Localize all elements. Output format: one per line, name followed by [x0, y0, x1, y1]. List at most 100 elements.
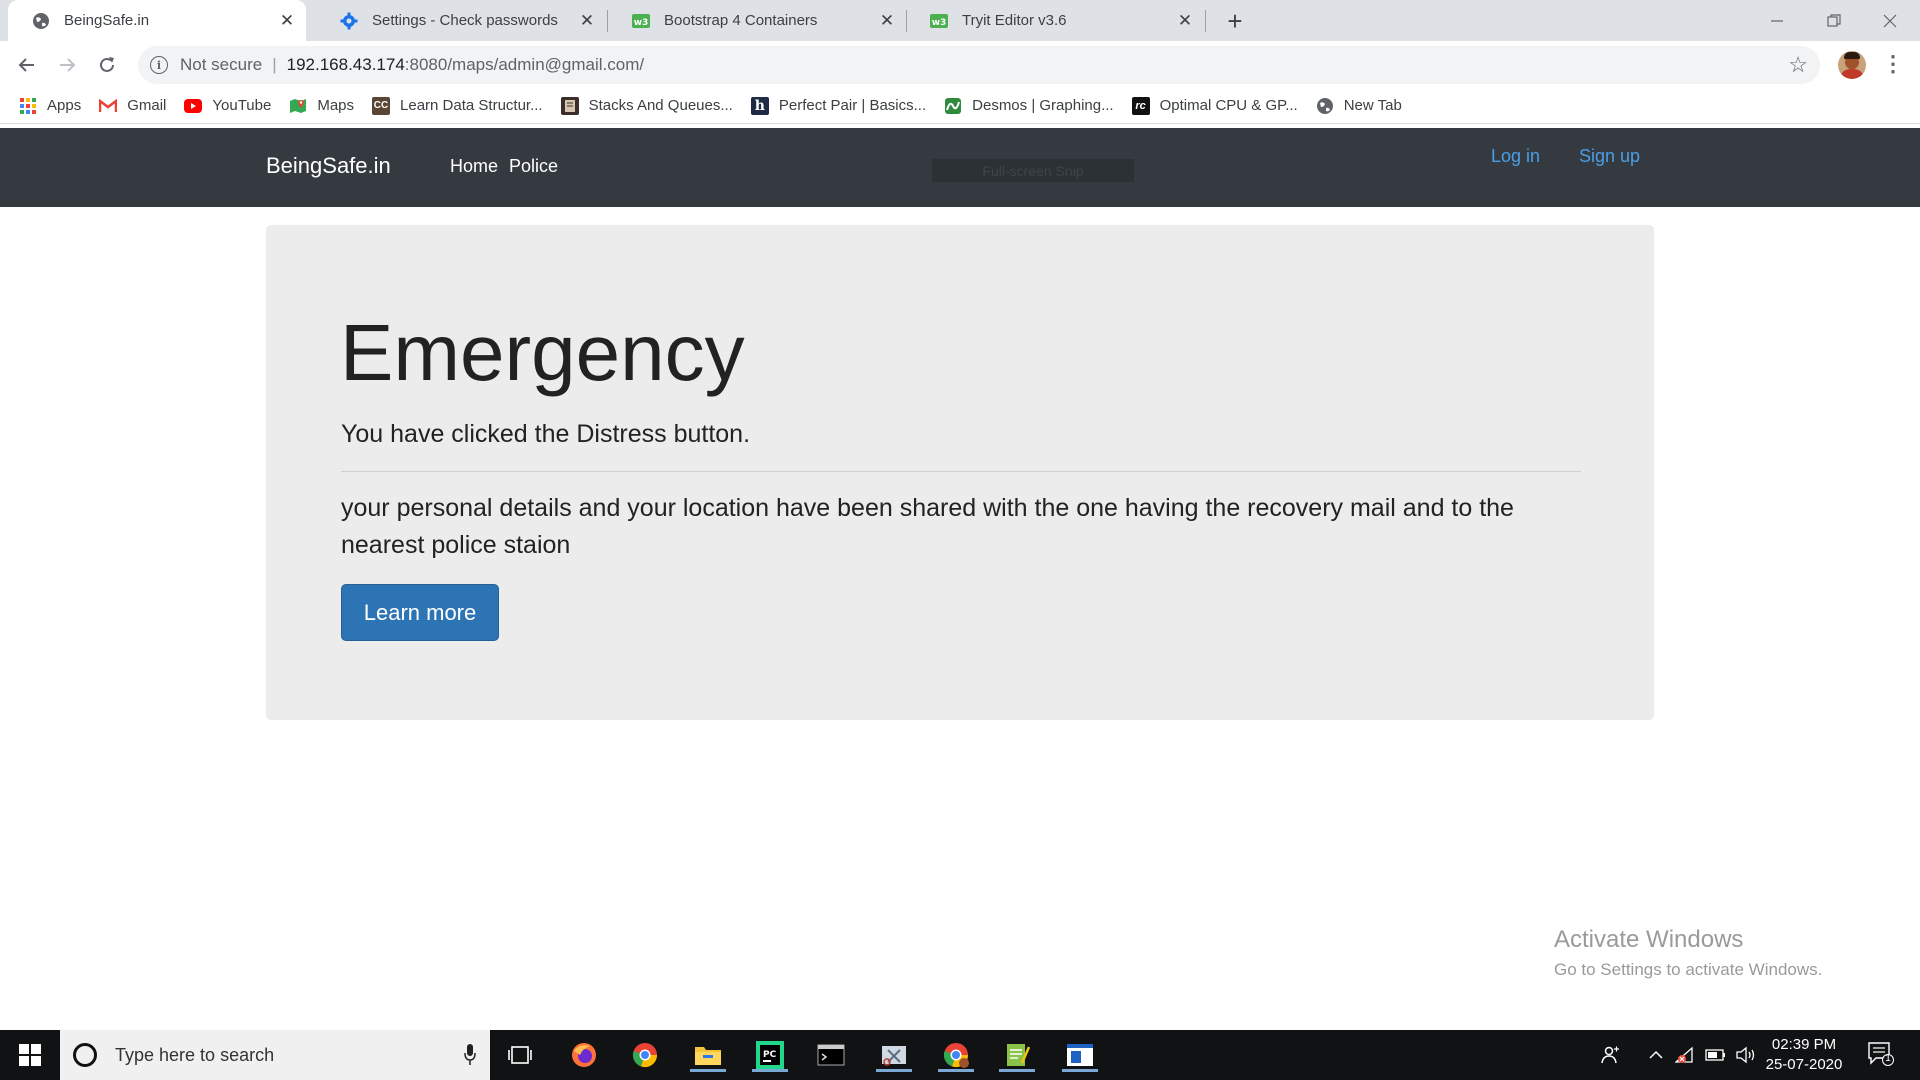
close-icon[interactable]: ✕ [1174, 10, 1196, 32]
bookmark-new-tab[interactable]: New Tab [1316, 97, 1402, 115]
gmail-icon [99, 97, 118, 115]
divider [341, 471, 1581, 472]
bookmark-youtube[interactable]: YouTube [184, 97, 271, 115]
taskbar-search-input[interactable]: Type here to search [60, 1030, 490, 1080]
bookmark-perfect-pair[interactable]: h Perfect Pair | Basics... [750, 96, 927, 115]
book-icon [560, 96, 579, 115]
snip-overlay: Full-screen Snip [932, 159, 1134, 182]
bookmark-label: Gmail [127, 97, 167, 114]
file-explorer-icon[interactable] [690, 1038, 726, 1072]
browser-toolbar: i Not secure | 192.168.43.174:8080/maps/… [0, 41, 1920, 88]
learn-more-button[interactable]: Learn more [341, 584, 499, 641]
url-path[interactable]: :8080/maps/admin@gmail.com/ [405, 55, 644, 75]
desmos-icon [944, 97, 962, 115]
lead-text: You have clicked the Distress button. [341, 420, 751, 448]
security-label[interactable]: Not secure [180, 55, 262, 75]
tab-separator [1205, 10, 1206, 32]
w3schools-icon: w3 [632, 12, 650, 30]
tab-settings[interactable]: Settings - Check passwords ✕ [316, 0, 606, 41]
windows-start-icon[interactable] [0, 1030, 60, 1080]
youtube-icon [184, 97, 203, 115]
people-icon[interactable] [1596, 1030, 1626, 1080]
bookmark-apps[interactable]: Apps [19, 97, 81, 115]
apps-grid-icon [19, 97, 37, 115]
minimize-icon[interactable] [1749, 0, 1805, 41]
clock-time: 02:39 PM [1771, 1036, 1837, 1053]
chrome-icon[interactable] [627, 1038, 663, 1072]
bookmark-label: Perfect Pair | Basics... [778, 97, 927, 114]
globe-icon [1316, 97, 1334, 115]
firefox-icon[interactable] [566, 1038, 602, 1072]
bookmark-label: YouTube [212, 97, 272, 114]
cortana-icon [73, 1043, 97, 1067]
brand-text: BeingSafe.in [266, 153, 391, 178]
avatar[interactable] [1838, 51, 1866, 79]
watermark-title: Activate Windows [1554, 926, 1744, 953]
cc-icon: CC [372, 96, 391, 115]
signup-link[interactable]: Sign up [1579, 146, 1640, 167]
w3schools-icon: w3 [930, 12, 948, 30]
taskbar-clock[interactable]: 02:39 PM 25-07-2020 [1756, 1035, 1852, 1075]
network-warning-icon[interactable] [1672, 1030, 1700, 1080]
windows-taskbar: Type here to search PC 02:39 PM 25-07-20… [0, 1030, 1920, 1080]
info-icon[interactable]: i [150, 56, 168, 74]
bookmark-maps[interactable]: Maps [289, 97, 354, 115]
new-tab-button[interactable]: + [1220, 6, 1250, 36]
tab-title: Bootstrap 4 Containers [664, 12, 818, 29]
bookmark-optimal-cpu[interactable]: rc Optimal CPU & GP... [1131, 96, 1298, 115]
terminal-icon[interactable] [813, 1038, 849, 1072]
back-arrow-icon[interactable] [11, 49, 43, 81]
bookmark-label: Desmos | Graphing... [972, 97, 1114, 114]
bookmark-label: New Tab [1343, 97, 1402, 114]
address-bar[interactable]: i Not secure | 192.168.43.174:8080/maps/… [138, 46, 1820, 84]
pycharm-icon[interactable]: PC [752, 1038, 788, 1072]
tab-tryit-editor[interactable]: w3 Tryit Editor v3.6 ✕ [906, 0, 1204, 41]
microphone-icon[interactable] [464, 1044, 476, 1066]
nav-police-link[interactable]: Police [509, 156, 558, 177]
action-center-icon[interactable]: 1 [1868, 1042, 1894, 1066]
chevron-up-icon[interactable] [1644, 1030, 1668, 1080]
close-icon[interactable]: ✕ [876, 10, 898, 32]
tab-beingsafe[interactable]: BeingSafe.in ✕ [8, 0, 306, 41]
task-view-icon[interactable] [502, 1038, 538, 1072]
tab-title: Tryit Editor v3.6 [962, 12, 1067, 29]
rc-icon: rc [1131, 96, 1150, 115]
globe-icon [32, 12, 50, 30]
nav-home-link[interactable]: Home [450, 156, 498, 177]
url-host[interactable]: 192.168.43.174 [287, 55, 405, 75]
more-menu-icon[interactable]: ⋮ [1882, 53, 1904, 77]
svg-text:PC: PC [763, 1050, 777, 1060]
reload-icon[interactable] [91, 49, 123, 81]
app-window-icon[interactable] [1062, 1038, 1098, 1072]
star-icon[interactable]: ☆ [1788, 52, 1808, 78]
bookmark-label: Apps [47, 97, 82, 114]
chrome-profile-icon[interactable] [938, 1038, 974, 1072]
maps-icon [289, 97, 307, 115]
bookmark-desmos[interactable]: Desmos | Graphing... [944, 97, 1114, 115]
battery-icon[interactable] [1702, 1030, 1730, 1080]
close-window-icon[interactable] [1862, 0, 1918, 41]
bookmark-label: Optimal CPU & GP... [1159, 97, 1298, 114]
gear-icon [340, 12, 358, 30]
restore-icon[interactable] [1806, 0, 1862, 41]
svg-text:w3: w3 [634, 18, 649, 28]
bookmark-label: Maps [317, 97, 355, 114]
close-icon[interactable]: ✕ [576, 10, 598, 32]
forward-arrow-icon[interactable] [51, 49, 83, 81]
bookmark-stacks-queues[interactable]: Stacks And Queues... [560, 96, 733, 115]
bookmark-label: Learn Data Structur... [400, 97, 543, 114]
tab-title: Settings - Check passwords [372, 12, 558, 29]
page-title: Emergency [340, 308, 745, 397]
browser-tab-strip: BeingSafe.in ✕ Settings - Check password… [0, 0, 1920, 41]
login-link[interactable]: Log in [1491, 146, 1540, 167]
bookmark-label: Stacks And Queues... [588, 97, 733, 114]
close-icon[interactable]: ✕ [276, 10, 298, 32]
tab-bootstrap-containers[interactable]: w3 Bootstrap 4 Containers ✕ [608, 0, 906, 41]
site-brand-link[interactable]: BeingSafe.in [266, 153, 391, 179]
bookmark-learn-data-structures[interactable]: CC Learn Data Structur... [372, 96, 543, 115]
notepad-icon[interactable] [999, 1038, 1035, 1072]
divider: | [272, 55, 277, 74]
snipping-tool-icon[interactable] [876, 1038, 912, 1072]
watermark-subtitle: Go to Settings to activate Windows. [1554, 960, 1823, 979]
bookmark-gmail[interactable]: Gmail [99, 97, 166, 115]
